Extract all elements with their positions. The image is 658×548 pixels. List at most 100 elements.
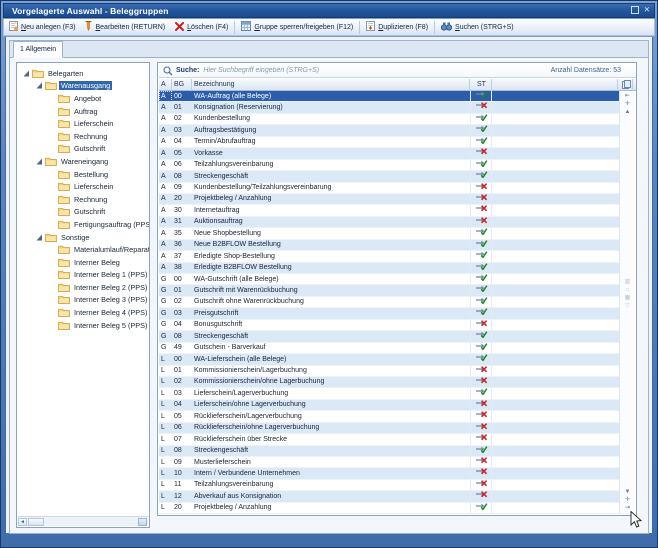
- table-row[interactable]: L 05 Rücklieferschein/Lagerverbuchung: [159, 411, 619, 422]
- column-header-empty[interactable]: [492, 79, 618, 91]
- table-row[interactable]: L 20 Projektbeleg / Anzahlung: [159, 503, 619, 514]
- column-header-a[interactable]: A: [159, 79, 172, 91]
- tree-item[interactable]: Rechnung: [17, 130, 149, 143]
- tree-item[interactable]: Gutschrift: [17, 206, 149, 219]
- tree-item[interactable]: Materialumlauf/Reparatur: [17, 243, 149, 256]
- status-active-icon: [476, 239, 488, 250]
- tree-item[interactable]: Interner Beleg 1 (PPS): [17, 269, 149, 282]
- toolbar-button-search[interactable]: Suchen (STRG+S): [436, 20, 519, 35]
- table-row[interactable]: G 02 Gutschrift ohne Warenrückbuchung: [159, 297, 619, 308]
- tree-item[interactable]: Bestellung: [17, 168, 149, 181]
- tree-item[interactable]: Rechnung: [17, 193, 149, 206]
- move-icon[interactable]: ✛: [625, 497, 630, 503]
- toolbar-button-lock-group[interactable]: Gruppe sperren/freigeben (F12): [236, 20, 358, 35]
- table-row[interactable]: L 02 Kommissionierschein/ohne Lagerbuchu…: [159, 377, 619, 388]
- table-row[interactable]: G 03 Preisgutschrift: [159, 308, 619, 319]
- cell-empty: [492, 251, 618, 262]
- scroll-left-icon[interactable]: ◄: [18, 518, 27, 526]
- table-row[interactable]: L 00 WA-Lieferschein (alle Belege): [159, 354, 619, 365]
- move-icon[interactable]: ✛: [625, 101, 630, 107]
- table-row[interactable]: A 31 Auktionsauftrag: [159, 217, 619, 228]
- document-group-grid[interactable]: Suche: Hier Suchbegriff eingeben (STRG+S…: [157, 62, 637, 516]
- tab-allgemein[interactable]: 1 Allgemein: [13, 41, 63, 58]
- table-row[interactable]: L 12 Abverkauf aus Konsignation: [159, 491, 619, 502]
- table-row[interactable]: A 03 Auftragsbestätigung: [159, 125, 619, 136]
- close-window-icon[interactable]: ✕: [644, 6, 650, 14]
- tree-item[interactable]: Wareneingang: [17, 155, 149, 168]
- toolbar-button-duplicate[interactable]: Duplizieren (F8): [361, 20, 433, 35]
- column-header-bg[interactable]: BG: [172, 79, 192, 91]
- table-row[interactable]: A 09 Kundenbestellung/Teilzahlungsverein…: [159, 183, 619, 194]
- table-row[interactable]: G 00 WA-Gutschrift (alle Belege): [159, 274, 619, 285]
- tree-item[interactable]: Interner Beleg 3 (PPS): [17, 294, 149, 307]
- document-type-tree[interactable]: Belegarten Warenausgang Angebot: [16, 62, 150, 528]
- tree-item[interactable]: Interner Beleg 5 (PPS): [17, 319, 149, 332]
- tree-item[interactable]: Lieferschein: [17, 180, 149, 193]
- table-row[interactable]: G 01 Gutschrift mit Warenrückbuchung: [159, 285, 619, 296]
- scroll-up-icon[interactable]: ▲: [625, 109, 631, 115]
- tree-item[interactable]: Angebot: [17, 92, 149, 105]
- table-row[interactable]: A 36 Neue B2BFLOW Bestellung: [159, 240, 619, 251]
- tree-item[interactable]: Interner Beleg 2 (PPS): [17, 281, 149, 294]
- table-row[interactable]: A 02 Kundenbestellung: [159, 114, 619, 125]
- table-row[interactable]: A 01 Konsignation (Reservierung): [159, 102, 619, 113]
- table-row[interactable]: A 00 WA-Auftrag (alle Belege): [159, 91, 619, 102]
- table-row[interactable]: A 35 Neue Shopbestellung: [159, 228, 619, 239]
- find-icon[interactable]: ○: [626, 287, 630, 293]
- table-row[interactable]: A 05 Vorkasse: [159, 148, 619, 159]
- expander-icon[interactable]: [36, 158, 43, 165]
- table-row[interactable]: A 30 Internetauftrag: [159, 205, 619, 216]
- scroll-thumb[interactable]: [28, 518, 44, 526]
- table-row[interactable]: L 03 Lieferschein/Lagerverbuchung: [159, 388, 619, 399]
- grid-side-strip[interactable]: ⇤ ✛ ▲ ▥ ○ ▦ ▽ ▼ ✛ ⇥: [619, 91, 635, 514]
- column-chooser-icon[interactable]: [618, 79, 633, 91]
- table-row[interactable]: L 09 Musterlieferschein: [159, 457, 619, 468]
- table-row[interactable]: A 06 Teilzahlungsvereinbarung: [159, 160, 619, 171]
- table-row[interactable]: L 01 Kommissionierschein/Lagerbuchung: [159, 366, 619, 377]
- tree-item[interactable]: Interner Beleg: [17, 256, 149, 269]
- toolbar-button-delete[interactable]: Löschen (F4): [170, 20, 233, 35]
- grid-nav-bottom-group[interactable]: ▼ ✛ ⇥: [620, 489, 635, 511]
- scroll-down-icon[interactable]: ▼: [625, 489, 631, 495]
- tree-item[interactable]: Warenausgang: [17, 80, 149, 93]
- filter-funnel-icon[interactable]: ▽: [625, 303, 630, 309]
- table-row[interactable]: A 04 Termin/Abrufauftrag: [159, 137, 619, 148]
- table-row[interactable]: L 08 Streckengeschäft: [159, 446, 619, 457]
- toolbar-button-edit[interactable]: Bearbeiten (RETURN): [80, 20, 170, 35]
- columns-icon[interactable]: ▥: [625, 279, 631, 285]
- scroll-right-icon[interactable]: [138, 518, 147, 526]
- table-row[interactable]: G 08 Streckengeschäft: [159, 331, 619, 342]
- table-row[interactable]: G 49 Gutschein - Barverkauf: [159, 343, 619, 354]
- scroll-to-top-icon[interactable]: ⇤: [625, 93, 630, 99]
- table-row[interactable]: A 20 Projektbeleg / Anzahlung: [159, 194, 619, 205]
- grid-nav-top-group[interactable]: ⇤ ✛ ▲: [620, 93, 635, 115]
- table-row[interactable]: A 08 Streckengeschäft: [159, 171, 619, 182]
- tree-item[interactable]: Auftrag: [17, 105, 149, 118]
- tree-item[interactable]: Sonstige: [17, 231, 149, 244]
- toolbar-button-new[interactable]: Neu anlegen (F3): [4, 20, 80, 35]
- column-header-st[interactable]: ST: [470, 79, 492, 91]
- table-row[interactable]: L 07 Rücklieferschein über Strecke: [159, 434, 619, 445]
- tree-item[interactable]: Lieferschein: [17, 117, 149, 130]
- table-row[interactable]: L 06 Rücklieferschein/ohne Lagerverbuchu…: [159, 423, 619, 434]
- table-row[interactable]: A 38 Erledigte B2BFLOW Bestellung: [159, 263, 619, 274]
- table-row[interactable]: L 11 Teilzahlungsvereinbarung: [159, 480, 619, 491]
- tree-item[interactable]: Gutschrift: [17, 143, 149, 156]
- expander-icon[interactable]: [36, 82, 43, 89]
- grid-tools-group[interactable]: ▥ ○ ▦ ▽: [620, 279, 635, 309]
- grid-search-bar[interactable]: Suche: Hier Suchbegriff eingeben (STRG+S…: [159, 64, 637, 78]
- tree-item[interactable]: Interner Beleg 4 (PPS): [17, 306, 149, 319]
- expander-icon[interactable]: [23, 70, 30, 77]
- expander-icon[interactable]: [36, 234, 43, 241]
- column-header-bezeichnung[interactable]: Bezeichnung: [192, 79, 470, 91]
- table-row[interactable]: G 04 Bonusgutschrift: [159, 320, 619, 331]
- summary-icon[interactable]: ▦: [625, 295, 631, 301]
- tree-item[interactable]: Fertigungsauftrag (PPS): [17, 218, 149, 231]
- search-input[interactable]: Hier Suchbegriff eingeben (STRG+S): [203, 67, 550, 74]
- tree-horizontal-scrollbar[interactable]: ◄: [18, 516, 148, 526]
- table-row[interactable]: A 37 Erledigte Shop-Bestellung: [159, 251, 619, 262]
- restore-window-icon[interactable]: [631, 6, 639, 14]
- tree-item[interactable]: Belegarten: [17, 67, 149, 80]
- table-row[interactable]: L 04 Lieferschein/ohne Lagerverbuchung: [159, 400, 619, 411]
- table-row[interactable]: L 10 Intern / Verbundene Unternehmen: [159, 468, 619, 479]
